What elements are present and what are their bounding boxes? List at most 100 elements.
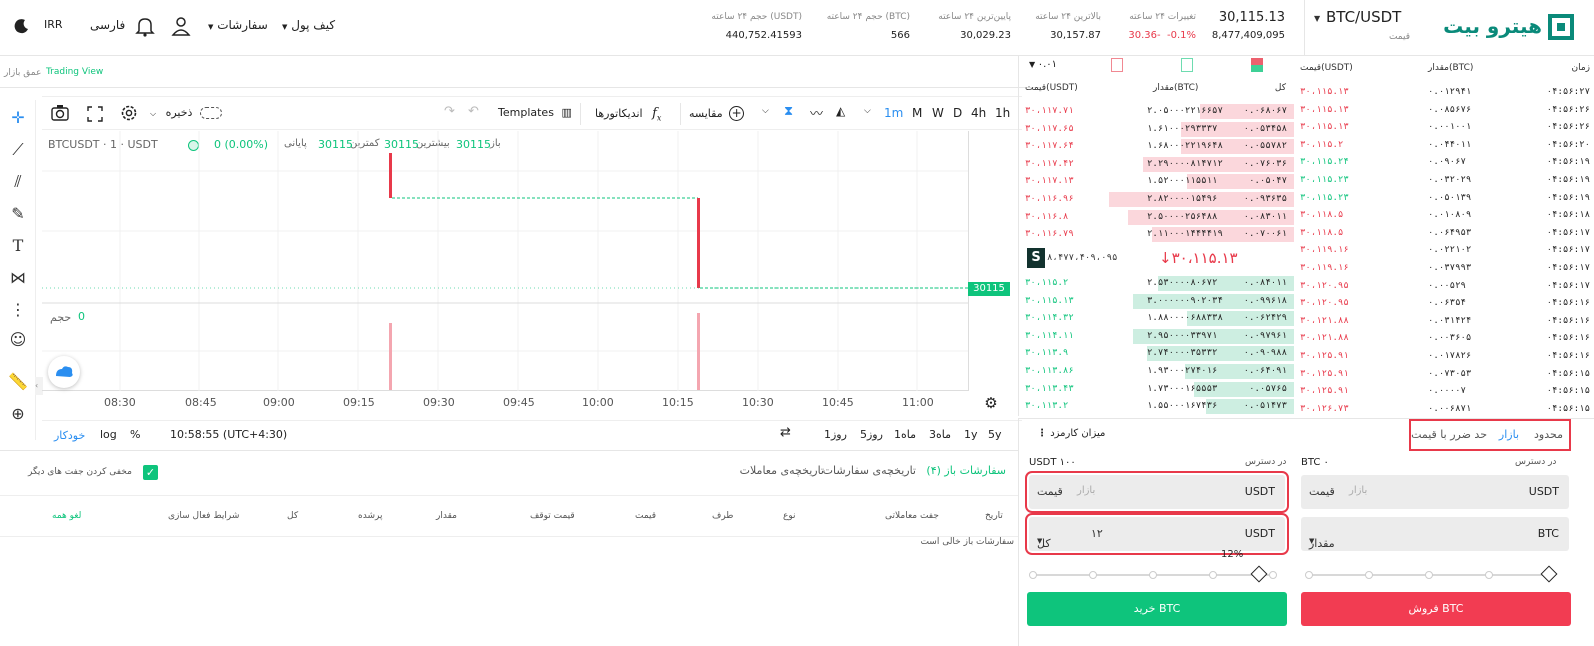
- text-icon[interactable]: T: [6, 234, 30, 258]
- book-row[interactable]: ۳۰،۱۱۷.۷۱ ۲.۰۵۰۰۰۲۲۱۶۶۵۷ ۰.۰۶۸۰۶۷: [1019, 103, 1294, 120]
- templates-button[interactable]: Templates ▥: [498, 106, 572, 119]
- view-bids-icon[interactable]: [1181, 58, 1193, 72]
- book-total: ۰.۰۶۸۰۶۷: [1243, 106, 1287, 116]
- bell-icon[interactable]: [134, 15, 156, 37]
- sell-slider[interactable]: [1305, 565, 1558, 583]
- zoom-icon[interactable]: ⊕: [6, 402, 30, 426]
- tab-trade-history[interactable]: تاریخچه‌ی معاملات: [740, 464, 824, 477]
- view-asks-icon[interactable]: [1111, 58, 1123, 72]
- date-range-icon[interactable]: ⇄: [780, 425, 791, 440]
- user-icon[interactable]: [170, 15, 192, 37]
- indicators-button[interactable]: اندیکاتورها fx: [595, 106, 661, 123]
- book-row[interactable]: ۳۰،۱۱۴.۱۱ ۲.۹۵۰۰۰۰۳۳۹۷۱ ۰.۰۹۷۹۶۱: [1019, 328, 1294, 345]
- logo[interactable]: هیترو بیت: [1424, 10, 1574, 44]
- cancel-all-button[interactable]: لغو همه: [52, 511, 81, 521]
- compare-button[interactable]: مقایسه +: [689, 106, 745, 121]
- sell-price-input[interactable]: قیمت بازار USDT: [1301, 475, 1569, 509]
- settings-gear-icon[interactable]: [119, 103, 139, 123]
- dark-mode-icon[interactable]: [14, 18, 30, 34]
- book-row[interactable]: ۳۰،۱۱۷.۴۲ ۲.۲۹۰۰۰۰۸۱۴۷۱۲ ۰.۰۷۶۰۳۶: [1019, 156, 1294, 173]
- book-row[interactable]: ۳۰،۱۱۳.۹ ۲.۷۴۰۰۰۰۳۵۳۳۲ ۰.۰۹۰۹۸۸: [1019, 345, 1294, 362]
- orders-menu[interactable]: ▼ سفارشات: [208, 18, 268, 32]
- tick-size-dropdown[interactable]: ▼ ۰.۰۱: [1029, 59, 1057, 70]
- buy-total-input[interactable]: ▼ کل ۱۲ USDT: [1025, 513, 1289, 555]
- trend-line-icon[interactable]: ⟋: [6, 138, 30, 162]
- area-chart-icon[interactable]: ◭: [836, 104, 845, 118]
- interval-W[interactable]: W: [932, 106, 944, 120]
- candle-1[interactable]: [389, 153, 392, 198]
- time-axis[interactable]: 08:30 08:45 09:00 09:15 09:30 09:45 10:0…: [42, 392, 968, 414]
- range-5year[interactable]: 5y: [988, 428, 1002, 441]
- forecast-icon[interactable]: ⋮: [6, 298, 30, 322]
- undo-icon[interactable]: ↶: [468, 104, 479, 119]
- interval-D[interactable]: D: [953, 106, 962, 120]
- buy-button[interactable]: خرید BTC: [1027, 592, 1287, 626]
- axis-settings-icon[interactable]: ⚙: [982, 394, 1000, 412]
- tab-tradingview[interactable]: Trading View: [46, 67, 103, 77]
- percent-scale-button[interactable]: %: [130, 428, 140, 441]
- book-row[interactable]: ۳۰،۱۱۷.۶۵ ۱.۶۱۰۰۰۲۹۳۳۳۷ ۰.۰۵۳۴۵۸: [1019, 121, 1294, 138]
- save-layout-button[interactable]: ⌵ ذخیره: [150, 106, 222, 119]
- ruler-icon[interactable]: 📏: [6, 370, 30, 394]
- clock-label[interactable]: 10:58:55 (UTC+4:30): [170, 428, 287, 441]
- tab-limit[interactable]: محدود: [1534, 428, 1563, 441]
- tab-order-history[interactable]: تاریخچه‌ی سفارشات: [823, 464, 916, 477]
- tab-depth[interactable]: عمق بازار: [4, 68, 41, 78]
- hide-others-checkbox[interactable]: ✓: [143, 465, 158, 480]
- interval-1h[interactable]: 1h: [995, 106, 1010, 120]
- book-row[interactable]: ۳۰،۱۱۵.۲ ۲.۵۳۰۰۰۰۸۰۶۷۲ ۰.۰۸۴۰۱۱: [1019, 275, 1294, 292]
- buy-slider-handle[interactable]: [1250, 565, 1268, 583]
- fullscreen-icon[interactable]: [86, 105, 104, 123]
- redo-icon[interactable]: ↷: [444, 104, 455, 119]
- tab-open-orders[interactable]: سفارشات باز (۴): [926, 464, 1006, 477]
- range-5day[interactable]: 5روز: [860, 428, 883, 441]
- camera-icon[interactable]: [50, 104, 70, 122]
- range-1month[interactable]: 1ماه: [894, 428, 916, 441]
- view-both-icon[interactable]: [1251, 58, 1263, 72]
- line-chart-icon[interactable]: 〰: [810, 103, 823, 122]
- range-1year[interactable]: 1y: [964, 428, 978, 441]
- interval-1m[interactable]: 1m: [884, 106, 903, 120]
- book-row[interactable]: ۳۰،۱۱۳.۲ ۱.۵۵۰۰۰۱۶۷۴۳۶ ۰.۰۵۱۴۷۳: [1019, 398, 1294, 415]
- candle-2[interactable]: [697, 198, 700, 288]
- buy-price-input[interactable]: قیمت بازار USDT: [1025, 471, 1289, 513]
- book-row[interactable]: ۳۰،۱۱۵.۱۳ ۳.۰۰۰۰۰۰۹۰۲۰۳۴ ۰.۰۹۹۶۱۸: [1019, 293, 1294, 310]
- tab-market[interactable]: بازار: [1499, 428, 1519, 441]
- interval-4h[interactable]: 4h: [971, 106, 986, 120]
- sell-amount-input[interactable]: ▼ مقدار BTC: [1301, 517, 1569, 551]
- interval-dropdown[interactable]: ⌵: [864, 106, 871, 116]
- book-row[interactable]: ۳۰،۱۱۴.۳۲ ۱.۸۸۰۰۰۰۶۸۸۳۳۸ ۰.۰۶۲۴۲۹: [1019, 310, 1294, 327]
- fib-icon[interactable]: ⫽: [6, 170, 30, 194]
- auto-scale-button[interactable]: خودکار: [54, 429, 85, 442]
- sell-button[interactable]: فروش BTC: [1301, 592, 1571, 626]
- crosshair-icon[interactable]: ✛: [6, 106, 30, 130]
- pair-selector[interactable]: ▼ BTC/USDT قیمت: [1314, 6, 1414, 46]
- range-3month[interactable]: 3ماه: [929, 428, 951, 441]
- trade-time: ۰۴:۵۶:۲۷: [1546, 87, 1590, 97]
- book-row[interactable]: ۳۰،۱۱۷.۶۴ ۱.۶۸۰۰۰۲۲۱۹۶۴۸ ۰.۰۵۵۷۸۲: [1019, 138, 1294, 155]
- book-row[interactable]: ۳۰،۱۱۳.۸۶ ۱.۹۳۰۰۰۲۷۴۰۱۶ ۰.۰۶۴۰۹۱: [1019, 363, 1294, 380]
- pattern-icon[interactable]: ⋈: [6, 266, 30, 290]
- buy-slider[interactable]: [1029, 565, 1277, 583]
- currency-selector[interactable]: IRR: [44, 18, 63, 31]
- fee-button[interactable]: ⋮ میزان کارمزد: [1037, 428, 1105, 439]
- book-row[interactable]: ۳۰،۱۱۳.۴۳ ۱.۷۳۰۰۰۱۶۵۵۵۳ ۰.۰۵۷۶۵: [1019, 381, 1294, 398]
- tradingview-logo-icon[interactable]: [48, 356, 80, 388]
- candles-icon[interactable]: ⧗: [784, 104, 793, 119]
- log-scale-button[interactable]: log: [100, 428, 117, 441]
- wallet-menu[interactable]: ▼ کیف پول: [282, 18, 335, 32]
- tab-stop-limit[interactable]: حد ضرر با قیمت: [1411, 428, 1487, 441]
- smiley-icon[interactable]: ☺: [6, 328, 30, 352]
- chart-type-dropdown[interactable]: ⌵: [762, 106, 769, 116]
- language-selector[interactable]: فارسی: [90, 18, 125, 32]
- interval-M[interactable]: M: [912, 106, 922, 120]
- range-1day[interactable]: 1روز: [824, 428, 847, 441]
- book-row[interactable]: ۳۰،۱۱۶.۸ ۲.۵۰۰۰۰۲۵۶۴۸۸ ۰.۰۸۳۰۱۱: [1019, 209, 1294, 226]
- price-scale[interactable]: [968, 131, 1022, 391]
- book-row[interactable]: ۳۰،۱۱۶.۹۶ ۲.۸۲۰۰۰۰۱۵۴۹۶ ۰.۰۹۳۶۳۵: [1019, 191, 1294, 208]
- brush-icon[interactable]: ✎: [6, 202, 30, 226]
- book-row[interactable]: ۳۰،۱۱۶.۷۹ ۲.۱۱۰۰۰۱۴۴۴۴۱۹ ۰.۰۷۰۰۶۱: [1019, 226, 1294, 243]
- sell-slider-handle[interactable]: [1540, 565, 1558, 583]
- price-chart[interactable]: حجم 0: [42, 131, 968, 391]
- book-row[interactable]: ۳۰،۱۱۷.۱۳ ۱.۵۲۰۰۰۱۱۵۵۱۱ ۰.۰۵۰۴۷: [1019, 173, 1294, 190]
